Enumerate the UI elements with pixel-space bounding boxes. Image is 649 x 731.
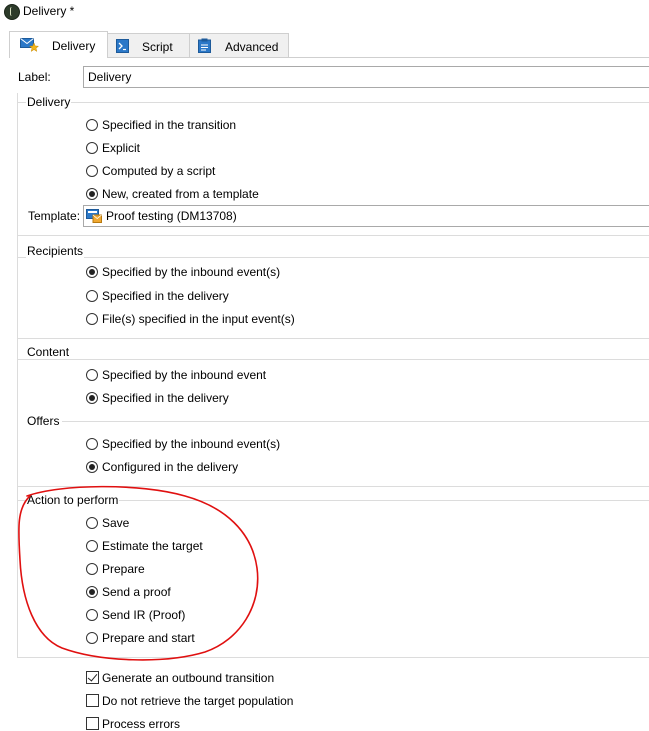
checkbox-no-retrieve-target-label: Do not retrieve the target population [102, 694, 294, 708]
red-annotation-circle [18, 485, 259, 661]
checkbox-process-errors-label: Process errors [102, 717, 181, 731]
checkbox-generate-outbound[interactable] [86, 671, 99, 684]
tab-delivery-label: Delivery [52, 39, 96, 53]
checkbox-process-errors[interactable] [86, 717, 99, 730]
tab-delivery[interactable]: Delivery [9, 31, 108, 58]
delivery-envelope-icon [20, 38, 39, 52]
checkbox-no-retrieve-target[interactable] [86, 694, 99, 707]
checkbox-generate-outbound-label: Generate an outbound transition [102, 671, 275, 685]
